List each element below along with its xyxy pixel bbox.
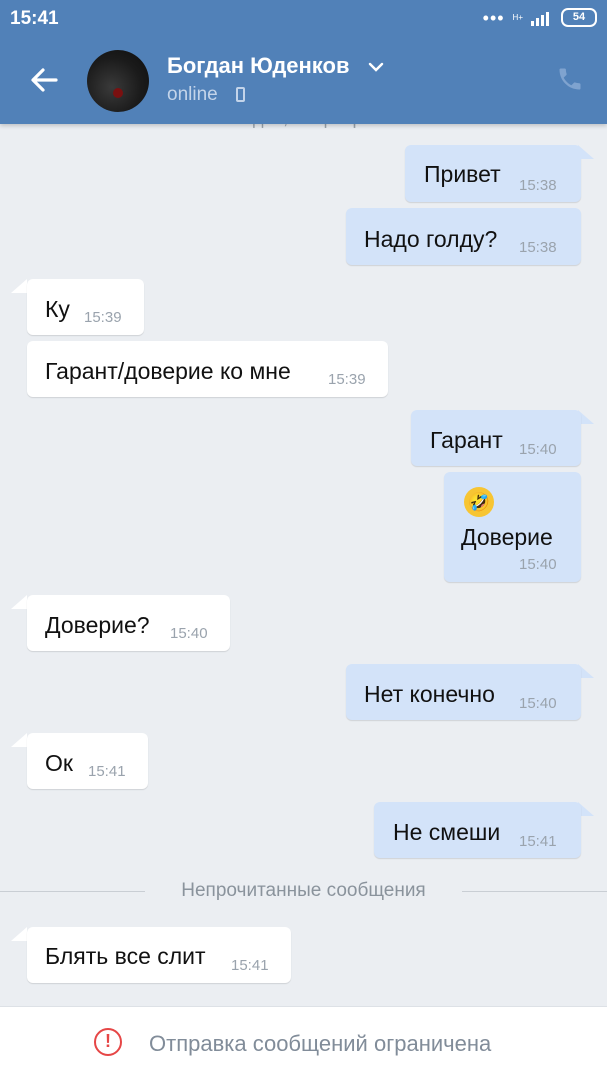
message-time: 15:39 — [84, 309, 122, 326]
message-time: 15:38 — [519, 239, 557, 256]
status-icons: ••• H+ 54 — [483, 8, 597, 27]
divider — [462, 891, 607, 892]
composer-restricted-bar: ! Отправка сообщений ограничена — [0, 1006, 607, 1081]
restriction-notice: Отправка сообщений ограничена — [149, 1031, 492, 1056]
app-header: 15:41 ••• H+ 54 Богдан Юденков online — [0, 0, 607, 124]
message-time: 15:40 — [519, 441, 557, 458]
message-text: Ку — [45, 296, 70, 322]
phone-icon — [559, 68, 581, 90]
battery-icon: 54 — [561, 8, 597, 27]
unread-separator: Непрочитанные сообщения — [0, 880, 607, 904]
message-text: Гарант — [430, 427, 503, 453]
message-text: Доверие? — [45, 612, 150, 638]
message-text: Надо голду? — [364, 226, 498, 252]
message-text: Привет — [424, 161, 501, 187]
exclamation-circle-icon: ! — [94, 1028, 122, 1056]
signal-icon — [531, 11, 549, 26]
call-button[interactable] — [556, 65, 584, 93]
message-bubble-outgoing[interactable]: Привет 15:38 — [405, 145, 581, 202]
rofl-emoji: 🤣 — [464, 487, 494, 517]
message-text: Гарант/доверие ко мне — [45, 358, 291, 384]
back-button[interactable] — [26, 62, 62, 98]
message-bubble-incoming[interactable]: Гарант/доверие ко мне 15:39 — [27, 341, 388, 397]
bubble-tail — [11, 595, 27, 609]
message-text: Доверие — [461, 524, 553, 550]
arrow-left-icon — [31, 68, 58, 92]
message-time: 15:38 — [519, 177, 557, 194]
message-text: Нет конечно — [364, 681, 495, 707]
message-text: Ок — [45, 750, 73, 776]
bubble-tail — [11, 927, 27, 941]
avatar[interactable] — [87, 50, 149, 112]
more-dots-icon: ••• — [482, 7, 505, 28]
message-bubble-outgoing[interactable]: Надо голду? 15:38 — [346, 208, 581, 265]
message-bubble-incoming[interactable]: Ок 15:41 — [27, 733, 148, 789]
message-time: 15:41 — [88, 763, 126, 780]
bubble-tail — [11, 733, 27, 747]
message-bubble-outgoing[interactable]: 🤣 Доверие 15:40 — [444, 472, 581, 582]
message-bubble-incoming[interactable]: Блять все слит 15:41 — [27, 927, 291, 983]
message-text: Не смеши — [393, 819, 501, 845]
message-bubble-incoming[interactable]: Ку 15:39 — [27, 279, 144, 335]
message-time: 15:40 — [170, 625, 208, 642]
network-type: H+ — [512, 12, 523, 22]
chevron-down-icon[interactable] — [368, 61, 384, 73]
message-text: Блять все слит — [45, 943, 206, 969]
message-time: 15:40 — [519, 556, 557, 573]
status-time: 15:41 — [10, 8, 59, 29]
message-time: 15:39 — [328, 371, 366, 388]
bubble-tail — [578, 145, 594, 159]
bubble-tail — [11, 279, 27, 293]
presence-status: online — [167, 84, 218, 105]
message-bubble-outgoing[interactable]: Не смеши 15:41 — [374, 802, 581, 858]
message-time: 15:40 — [519, 695, 557, 712]
message-time: 15:41 — [519, 833, 557, 850]
mobile-phone-icon — [236, 87, 245, 102]
message-bubble-incoming[interactable]: Доверие? 15:40 — [27, 595, 230, 651]
contact-name[interactable]: Богдан Юденков — [167, 53, 350, 79]
message-bubble-outgoing[interactable]: Гарант 15:40 — [411, 410, 581, 466]
message-bubble-outgoing[interactable]: Нет конечно 15:40 — [346, 664, 581, 720]
message-time: 15:41 — [231, 957, 269, 974]
